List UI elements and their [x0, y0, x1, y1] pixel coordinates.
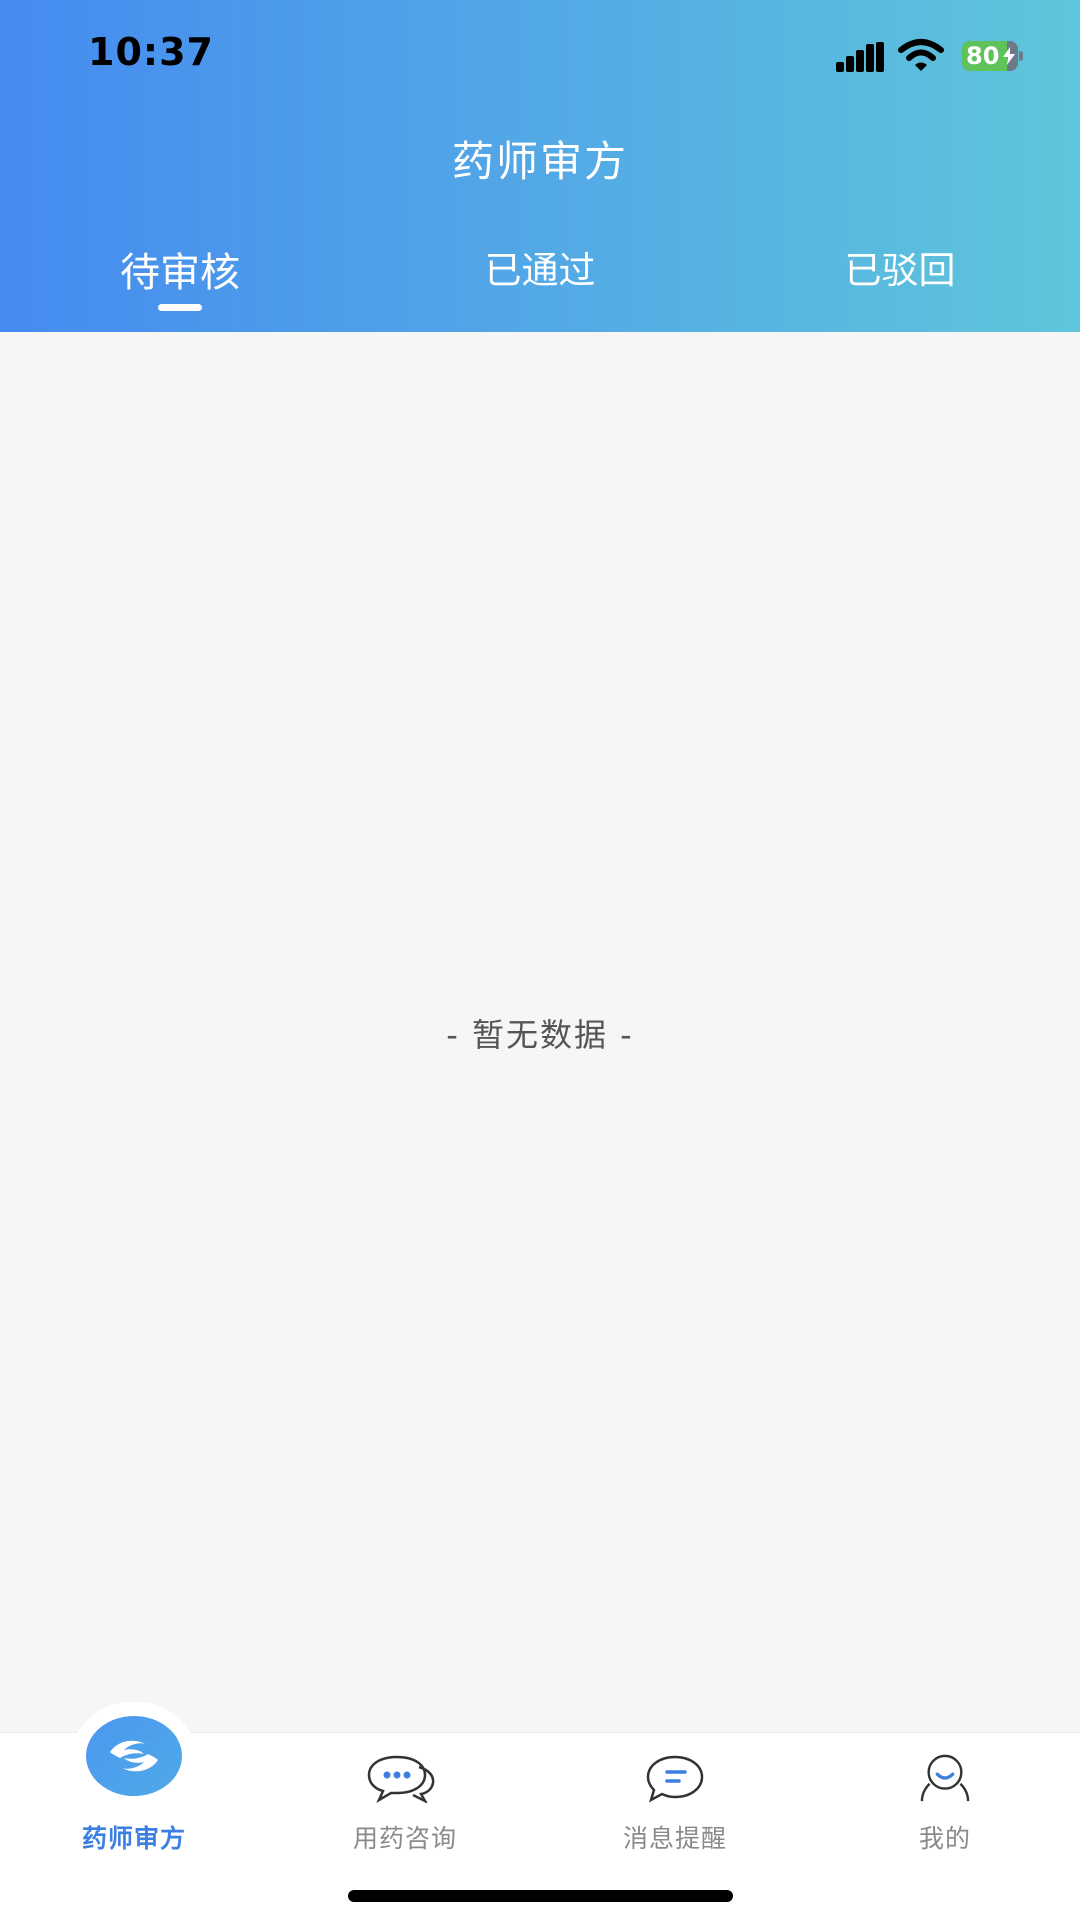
message-icon: [646, 1755, 704, 1803]
nav-medication-consult[interactable]: 用药咨询: [305, 1733, 505, 1873]
active-tab-indicator: [158, 304, 202, 311]
tab-bar: 待审核 已通过 已驳回: [0, 240, 1080, 320]
header: 10:37 80 药师审方 待审核 已通过 已驳回: [0, 0, 1080, 332]
tab-approved[interactable]: 已通过: [440, 240, 640, 294]
tab-label: 待审核: [120, 250, 240, 296]
content-area: - 暂无数据 -: [0, 332, 1080, 1732]
tab-label: 已通过: [484, 249, 596, 292]
nav-message-reminder[interactable]: 消息提醒: [575, 1733, 775, 1873]
hands-icon: [110, 1740, 158, 1772]
charging-bolt-icon: [1003, 47, 1015, 65]
nav-profile[interactable]: 我的: [845, 1733, 1045, 1873]
nav-label: 药师审方: [81, 1824, 186, 1853]
tab-label: 已驳回: [844, 249, 956, 292]
tab-rejected[interactable]: 已驳回: [800, 240, 1000, 294]
pharmacist-review-icon[interactable]: [86, 1716, 182, 1796]
wifi-icon: [898, 39, 944, 71]
home-indicator[interactable]: [348, 1890, 733, 1902]
page-title: 药师审方: [451, 137, 628, 186]
nav-label: 我的: [918, 1824, 971, 1853]
status-bar: 10:37 80: [0, 0, 1080, 110]
nav-label: 消息提醒: [622, 1824, 727, 1853]
tab-pending[interactable]: 待审核: [80, 240, 280, 298]
nav-label: 用药咨询: [352, 1824, 457, 1853]
user-icon: [920, 1754, 970, 1802]
chat-bubbles-icon: [367, 1755, 435, 1803]
battery-icon: 80: [962, 41, 1023, 71]
signal-icon: [836, 42, 884, 72]
empty-state-text: - 暂无数据 -: [446, 1016, 634, 1054]
status-time: 10:37: [88, 30, 214, 74]
